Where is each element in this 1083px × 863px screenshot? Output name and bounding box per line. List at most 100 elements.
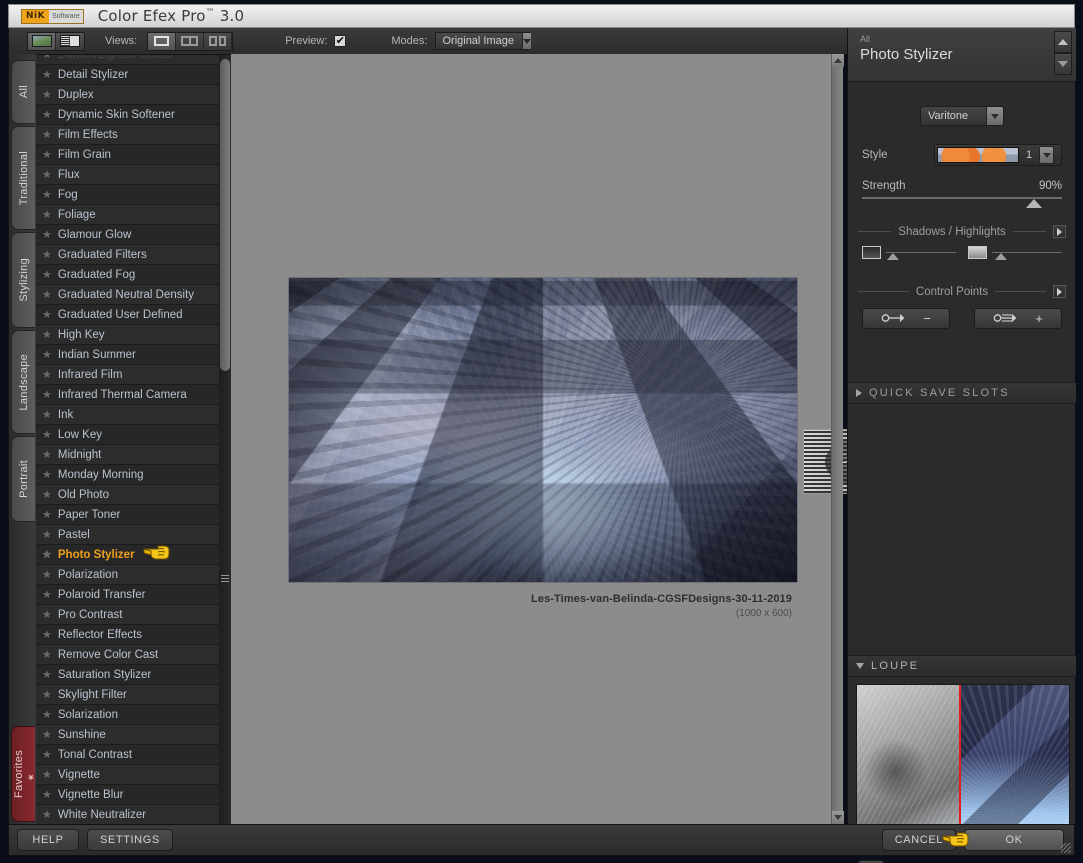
filter-list-item[interactable]: ★ Monday Morning	[36, 465, 219, 485]
view-single-button[interactable]	[148, 32, 177, 50]
control-points-section-header[interactable]: Control Points	[858, 285, 1067, 298]
filter-list-item[interactable]: ★ Low Key	[36, 425, 219, 445]
filter-list-item[interactable]: ★ Remove Color Cast	[36, 645, 219, 665]
favorite-star-icon[interactable]: ★	[42, 288, 52, 301]
filter-list-item[interactable]: ★ Paper Toner	[36, 505, 219, 525]
views-button-group[interactable]	[147, 31, 234, 51]
favorite-star-icon[interactable]: ★	[42, 448, 52, 461]
favorite-star-icon[interactable]: ★	[42, 468, 52, 481]
favorite-star-icon[interactable]: ★	[42, 688, 52, 701]
filter-list-item[interactable]: ★ Ink	[36, 405, 219, 425]
favorite-star-icon[interactable]: ★	[42, 528, 52, 541]
thumbnail-view-button[interactable]	[28, 32, 56, 50]
filter-list-item[interactable]: ★ Fog	[36, 185, 219, 205]
favorite-star-icon[interactable]: ★	[42, 588, 52, 601]
filter-list-item[interactable]: ★ Film Grain	[36, 145, 219, 165]
strength-slider-track[interactable]	[862, 197, 1062, 208]
canvas-scroll-up-button[interactable]	[832, 54, 844, 67]
favorite-star-icon[interactable]: ★	[42, 408, 52, 421]
filter-list-item[interactable]: ★ Polaroid Transfer	[36, 585, 219, 605]
mode-select[interactable]: Original Image	[435, 32, 532, 50]
canvas-scroll-down-button[interactable]	[832, 811, 844, 824]
favorite-star-icon[interactable]: ★	[42, 368, 52, 381]
filter-list-item[interactable]: ★ Glamour Glow	[36, 225, 219, 245]
favorite-star-icon[interactable]: ★	[42, 55, 52, 61]
favorite-star-icon[interactable]: ★	[42, 188, 52, 201]
favorite-star-icon[interactable]: ★	[42, 768, 52, 781]
ok-button[interactable]: OK	[964, 829, 1064, 851]
view-side-by-side-button[interactable]	[204, 32, 233, 50]
shadows-highlights-section-header[interactable]: Shadows / Highlights	[858, 225, 1066, 238]
favorite-star-icon[interactable]: ★	[42, 68, 52, 81]
filter-list-item[interactable]: ★ Indian Summer	[36, 345, 219, 365]
favorite-star-icon[interactable]: ★	[42, 248, 52, 261]
favorite-star-icon[interactable]: ★	[42, 548, 52, 561]
sidebar-tab-landscape[interactable]: Landscape	[11, 330, 35, 434]
panel-nav-buttons[interactable]	[1054, 31, 1072, 75]
favorite-star-icon[interactable]: ★	[42, 708, 52, 721]
filter-list-scrollbar[interactable]	[219, 55, 231, 824]
filter-list-item[interactable]: ★ Foliage	[36, 205, 219, 225]
favorite-star-icon[interactable]: ★	[42, 788, 52, 801]
filter-list-item[interactable]: ★ Graduated Filters	[36, 245, 219, 265]
favorite-star-icon[interactable]: ★	[42, 648, 52, 661]
panel-next-filter-button[interactable]	[1054, 53, 1072, 75]
favorite-star-icon[interactable]: ★	[42, 128, 52, 141]
favorite-star-icon[interactable]: ★	[42, 168, 52, 181]
view-mode-toggle-group[interactable]	[27, 31, 85, 51]
filter-list[interactable]: ★ Darken/Lighten Center ★ Detail Stylizer ★ D…	[36, 54, 231, 824]
filter-list-item[interactable]: ★ High Key	[36, 325, 219, 345]
favorite-star-icon[interactable]: ★	[42, 488, 52, 501]
preview-image-container[interactable]: Les-Times-van-Belinda-CGSFDesigns-30-11-…	[288, 277, 798, 619]
filter-list-item[interactable]: ★ Graduated User Defined	[36, 305, 219, 325]
preview-image[interactable]	[288, 277, 798, 583]
favorite-star-icon[interactable]: ★	[42, 668, 52, 681]
preview-checkbox[interactable]: ✔	[334, 35, 347, 47]
panel-prev-filter-button[interactable]	[1054, 31, 1072, 53]
filter-list-item[interactable]: ★ Flux	[36, 165, 219, 185]
filter-list-item[interactable]: ★ Vignette Blur	[36, 785, 219, 805]
view-split-button[interactable]	[176, 32, 205, 50]
filter-list-item[interactable]: ★ White Neutralizer	[36, 805, 219, 824]
favorite-star-icon[interactable]: ★	[42, 268, 52, 281]
shadows-highlights-expand-icon[interactable]	[1053, 225, 1066, 238]
filter-list-item[interactable]: ★ Pro Contrast	[36, 605, 219, 625]
filter-list-item[interactable]: ★ Pastel	[36, 525, 219, 545]
sidebar-tab-stylizing[interactable]: Stylizing	[11, 232, 35, 328]
favorite-star-icon[interactable]: ★	[42, 728, 52, 741]
favorite-star-icon[interactable]: ★	[42, 428, 52, 441]
cancel-button[interactable]: CANCEL	[881, 829, 956, 851]
filter-list-item[interactable]: ★ Reflector Effects	[36, 625, 219, 645]
filter-list-item[interactable]: ★ Detail Stylizer	[36, 65, 219, 85]
filter-list-item[interactable]: ★ Dynamic Skin Softener	[36, 105, 219, 125]
image-canvas[interactable]: Les-Times-van-Belinda-CGSFDesigns-30-11-…	[231, 54, 938, 824]
filter-list-item[interactable]: ★ Tonal Contrast	[36, 745, 219, 765]
filter-list-item[interactable]: ★ Polarization	[36, 565, 219, 585]
filter-list-item[interactable]: ★ Solarization	[36, 705, 219, 725]
list-view-button[interactable]	[56, 32, 84, 50]
shadows-slider[interactable]	[862, 246, 956, 260]
highlights-slider-handle[interactable]	[994, 253, 1007, 260]
filter-list-item[interactable]: ★ Midnight	[36, 445, 219, 465]
control-points-expand-icon[interactable]	[1053, 285, 1067, 298]
loupe-section-header[interactable]: LOUPE	[848, 655, 1076, 677]
filter-list-item[interactable]: ★ Old Photo	[36, 485, 219, 505]
filter-list-item[interactable]: ★ Infrared Thermal Camera	[36, 385, 219, 405]
style-dropdown-button[interactable]	[1039, 146, 1054, 164]
favorite-star-icon[interactable]: ★	[42, 148, 52, 161]
settings-button[interactable]: SETTINGS	[87, 829, 173, 851]
filter-list-item[interactable]: ★ Saturation Stylizer	[36, 665, 219, 685]
shadows-slider-handle[interactable]	[887, 253, 900, 260]
favorite-star-icon[interactable]: ★	[42, 508, 52, 521]
style-picker[interactable]: 1	[934, 144, 1062, 166]
sidebar-tab-favorites[interactable]: Favorites ★	[11, 726, 35, 822]
favorite-star-icon[interactable]: ★	[42, 308, 52, 321]
sidebar-tab-traditional[interactable]: Traditional	[11, 126, 35, 230]
canvas-scrollbar[interactable]	[831, 54, 844, 824]
filter-list-item[interactable]: ★ Darken/Lighten Center	[36, 55, 219, 65]
filter-list-item[interactable]: ★ Infrared Film	[36, 365, 219, 385]
sidebar-tab-all[interactable]: All	[11, 60, 35, 124]
strength-slider[interactable]: Strength 90%	[862, 180, 1062, 208]
preset-select[interactable]: Varitone	[920, 106, 1004, 126]
favorite-star-icon[interactable]: ★	[42, 328, 52, 341]
